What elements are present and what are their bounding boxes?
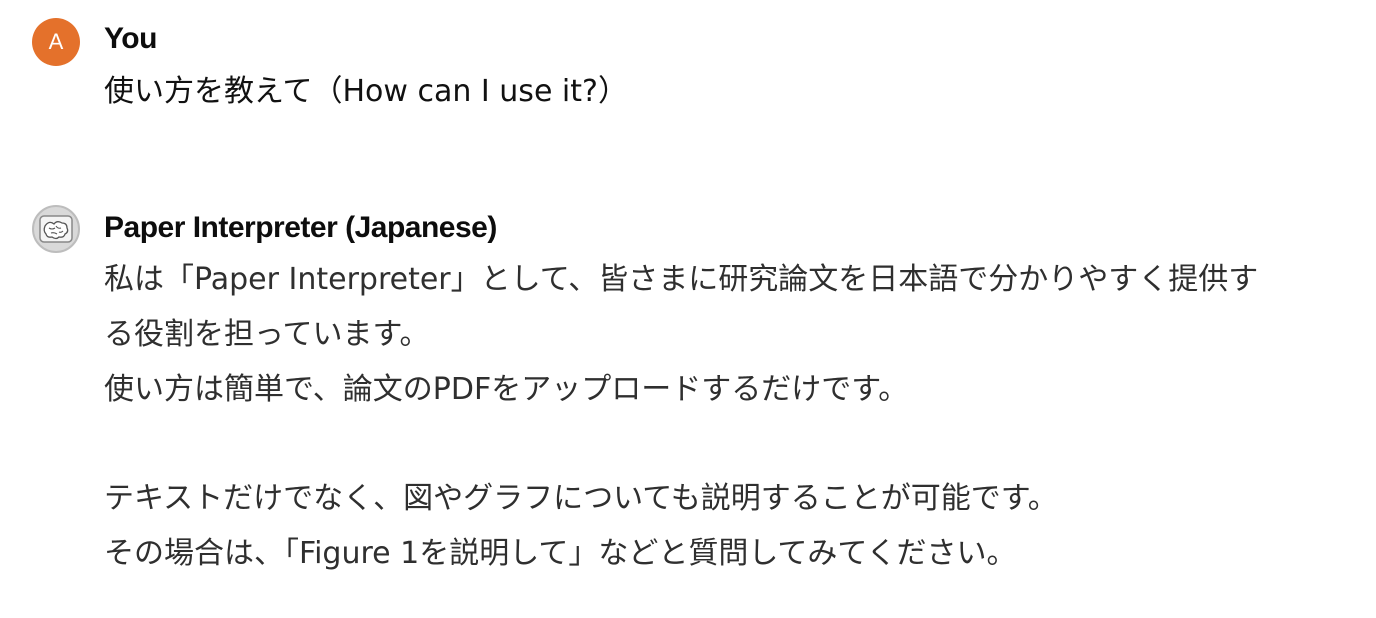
user-avatar-letter: A xyxy=(48,29,64,54)
message-line: その場合は、「Figure 1を説明して」などと質問してみてください。 xyxy=(104,536,1017,571)
message-text: 私は「Paper Interpreter」として、皆さまに研究論文を日本語で分か… xyxy=(104,252,1324,581)
message-line: 使い方は簡単で、論文のPDFをアップロードするだけです。 xyxy=(104,372,909,407)
user-avatar: A xyxy=(32,18,80,66)
message-author: You xyxy=(104,22,157,55)
message-line: 使い方を教えて（How can I use it?） xyxy=(104,74,628,109)
message-line: 私は「Paper Interpreter」として、皆さまに研究論文を日本語で分か… xyxy=(104,262,1259,297)
message-text: 使い方を教えて（How can I use it?） xyxy=(104,64,1324,119)
assistant-avatar xyxy=(32,205,80,253)
paragraph: 私は「Paper Interpreter」として、皆さまに研究論文を日本語で分か… xyxy=(104,252,1324,417)
paragraph: テキストだけでなく、図やグラフについても説明することが可能です。 その場合は、「… xyxy=(104,471,1324,581)
chat-conversation: A You 使い方を教えて（How can I use it?） Paper I… xyxy=(0,0,1376,618)
message-line: る役割を担っています。 xyxy=(104,317,430,352)
message-line: テキストだけでなく、図やグラフについても説明することが可能です。 xyxy=(104,481,1058,516)
brain-icon xyxy=(39,215,73,243)
message-author: Paper Interpreter (Japanese) xyxy=(104,211,497,244)
